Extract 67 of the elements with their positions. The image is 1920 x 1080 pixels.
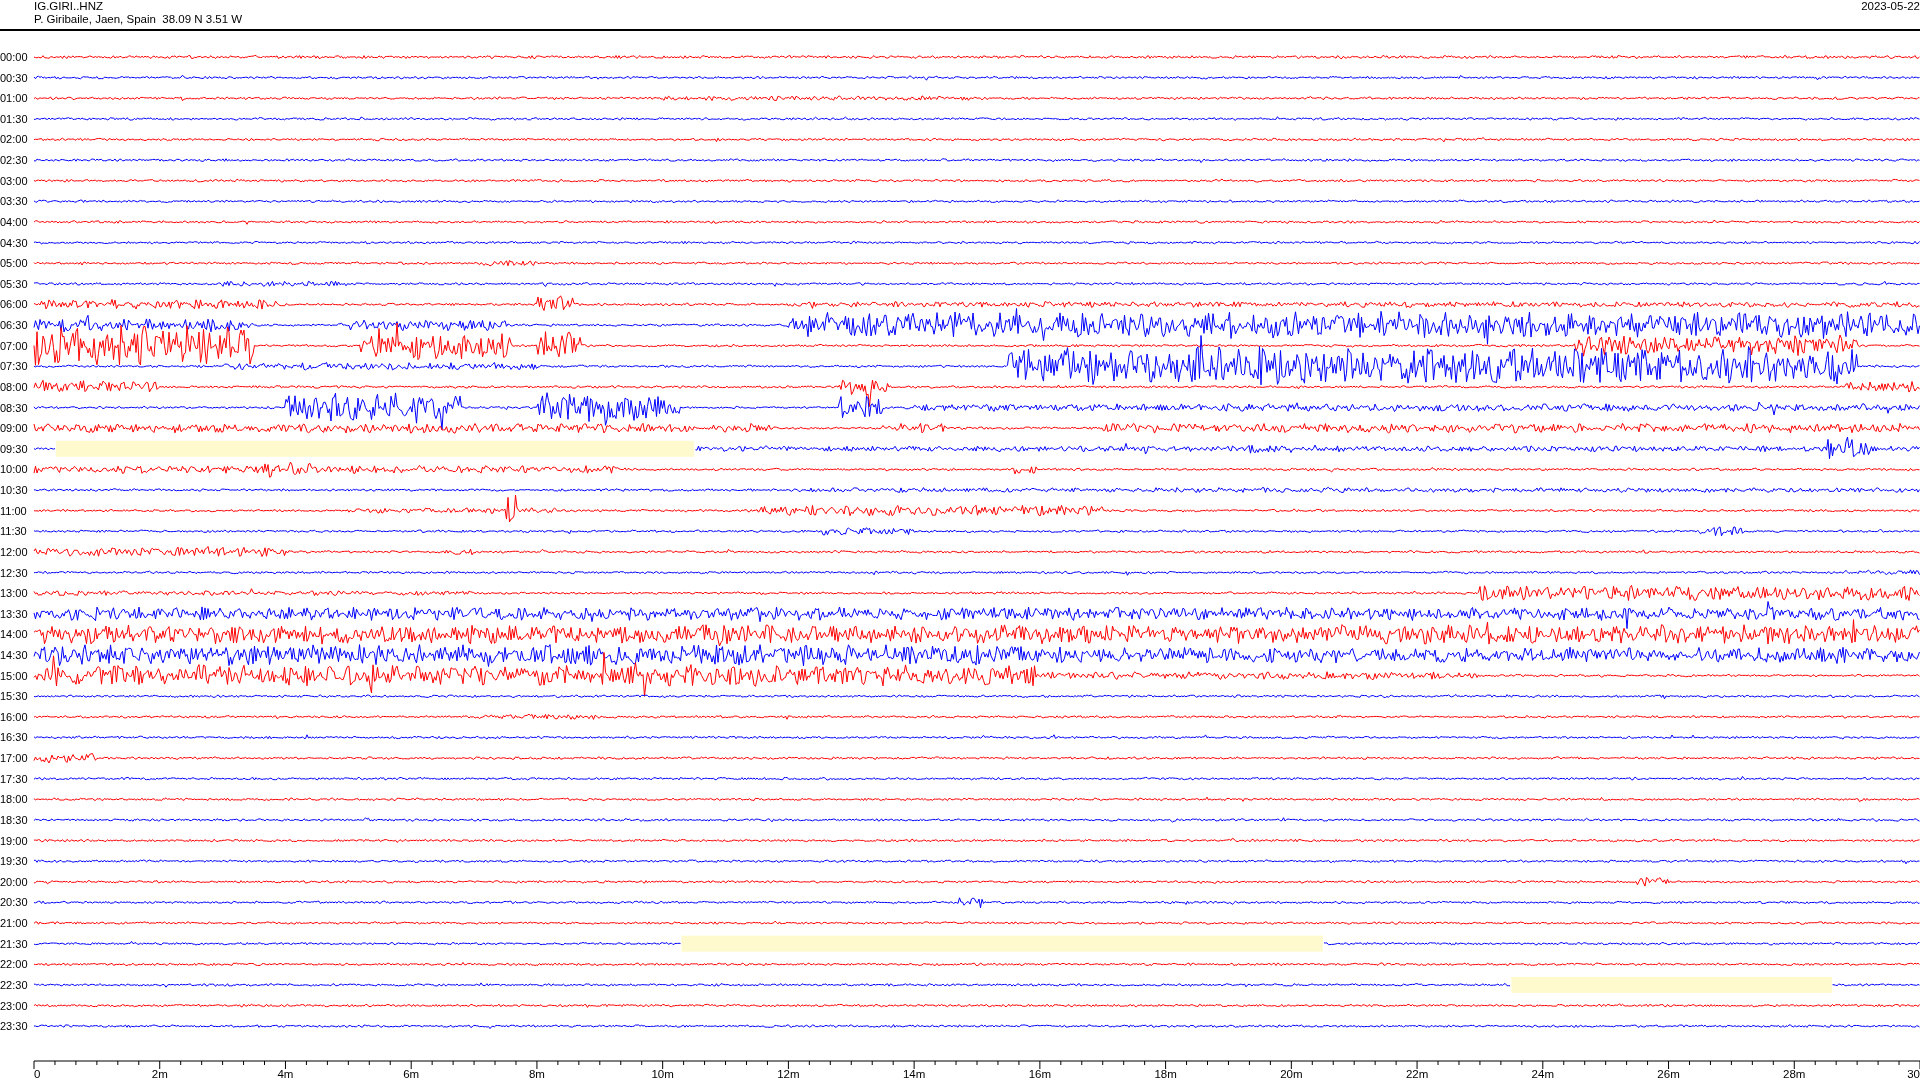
hour-label: 22:00: [0, 958, 28, 971]
axis-label: 2m: [151, 1068, 168, 1080]
axis-label: 0: [34, 1068, 41, 1080]
hour-label: 03:30: [0, 195, 28, 208]
axis-label: 10m: [651, 1068, 674, 1080]
hour-label: 02:30: [0, 154, 28, 167]
hour-label: 22:30: [0, 978, 28, 991]
hour-label: 02:00: [0, 133, 28, 146]
station-location: P. Giribaile, Jaen, Spain 38.09 N 3.51 W: [34, 13, 243, 26]
hour-label: 11:30: [0, 525, 27, 538]
hour-label: 18:00: [0, 793, 28, 806]
axis-label: 20m: [1280, 1068, 1303, 1080]
hour-label: 11:00: [0, 504, 27, 517]
hour-label: 12:00: [0, 545, 28, 558]
hour-label: 05:30: [0, 277, 28, 290]
hour-label: 09:30: [0, 442, 28, 455]
hour-label: 16:30: [0, 731, 28, 744]
hour-label: 13:00: [0, 587, 28, 600]
hour-label: 04:30: [0, 236, 28, 249]
hour-label: 01:00: [0, 92, 28, 105]
hour-label: 20:00: [0, 875, 28, 888]
hour-label: 17:00: [0, 752, 28, 765]
axis-label: 18m: [1154, 1068, 1177, 1080]
hour-label: 12:30: [0, 566, 28, 579]
hour-label: 19:30: [0, 855, 28, 868]
hour-label: 08:00: [0, 380, 28, 393]
hour-label: 06:30: [0, 319, 28, 332]
hour-label: 21:00: [0, 917, 28, 930]
hour-label: 10:00: [0, 463, 28, 476]
hour-label: 09:00: [0, 422, 28, 435]
hour-label: 20:30: [0, 896, 28, 909]
hour-label: 10:30: [0, 484, 28, 496]
hour-label: 00:00: [0, 51, 28, 63]
hour-label: 15:30: [0, 690, 28, 703]
axis-label: 28m: [1783, 1068, 1806, 1080]
axis-label: 6m: [403, 1068, 420, 1080]
hour-label: 16:00: [0, 710, 28, 723]
axis-label: 30: [1907, 1068, 1920, 1080]
record-date: 2023-05-22: [1861, 0, 1920, 14]
axis-label: 8m: [528, 1068, 545, 1080]
hour-label: 08:30: [0, 401, 28, 414]
axis-label: 24m: [1531, 1068, 1554, 1080]
hour-label: 14:30: [0, 649, 28, 661]
axis-label: 14m: [902, 1068, 926, 1080]
hour-label: 00:30: [0, 71, 28, 84]
station-code: IG.GIRI..HNZ: [34, 0, 104, 13]
hour-label: 17:30: [0, 772, 28, 785]
axis-label: 16m: [1028, 1068, 1052, 1080]
hour-label: 23:00: [0, 999, 28, 1012]
hour-label: 07:30: [0, 360, 28, 373]
hour-label: 23:30: [0, 1020, 28, 1033]
hour-label: 04:00: [0, 215, 28, 228]
hour-label: 01:30: [0, 112, 28, 125]
axis-label: 4m: [277, 1068, 294, 1080]
hour-label: 14:00: [0, 628, 28, 641]
hour-label: 06:00: [0, 298, 28, 311]
hour-label: 13:30: [0, 607, 28, 620]
axis-label: 22m: [1405, 1068, 1429, 1080]
hour-label: 19:00: [0, 834, 28, 847]
hour-label: 15:00: [0, 669, 28, 682]
hour-label: 07:00: [0, 339, 28, 352]
hour-label: 18:30: [0, 813, 28, 826]
hour-label: 03:00: [0, 174, 28, 187]
axis-label: 26m: [1657, 1068, 1680, 1080]
hour-label: 21:30: [0, 937, 28, 950]
axis-label: 12m: [777, 1068, 800, 1080]
hour-label: 05:00: [0, 257, 28, 270]
